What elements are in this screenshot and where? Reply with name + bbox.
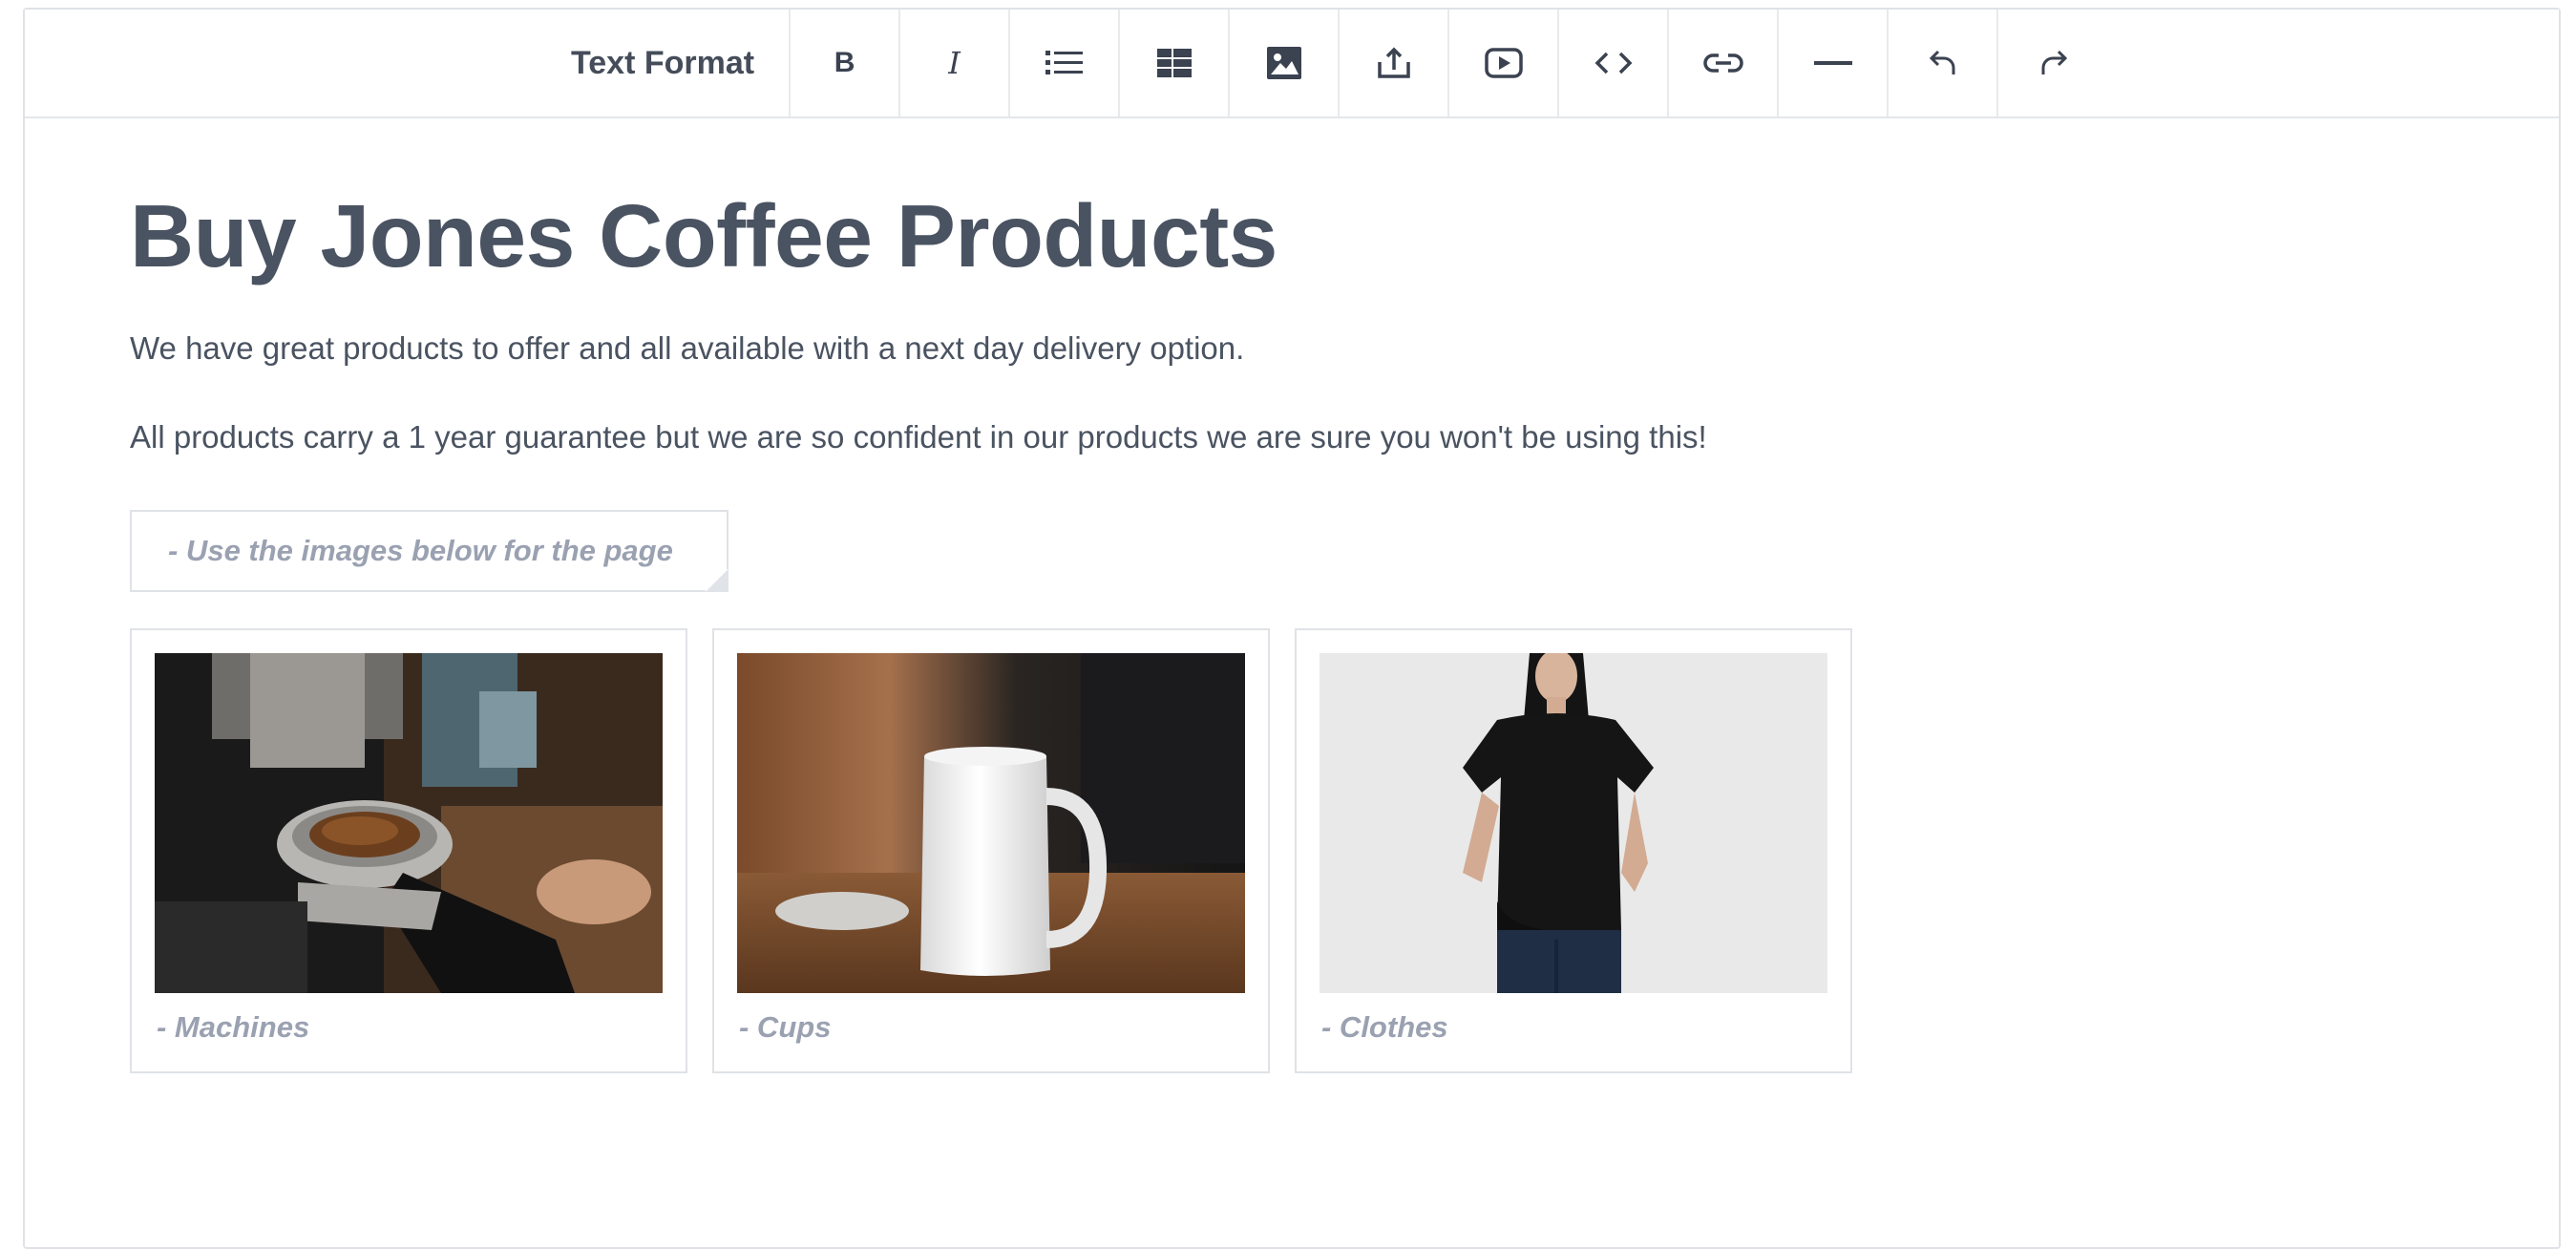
gallery-card-machines[interactable]: - Machines	[130, 628, 687, 1073]
text-format-dropdown[interactable]: Text Format	[540, 10, 792, 116]
video-button[interactable]	[1449, 10, 1560, 116]
code-icon	[1594, 52, 1633, 74]
rich-text-editor: Text Format B I Buy Jones Coffee Product…	[23, 8, 2561, 1249]
note-text: - Use the images below for the page	[168, 534, 673, 567]
list-button[interactable]	[1010, 10, 1121, 116]
video-icon	[1484, 48, 1523, 78]
italic-icon: I	[948, 45, 961, 81]
note-fold-corner	[706, 569, 728, 592]
undo-button[interactable]	[1889, 10, 1999, 116]
horizontal-rule-button[interactable]	[1779, 10, 1890, 116]
intro-paragraph: We have great products to offer and all …	[130, 330, 1245, 366]
guarantee-paragraph: All products carry a 1 year guarantee bu…	[130, 419, 1707, 455]
table-button[interactable]	[1120, 10, 1231, 116]
image-gallery: - Machines - Cups - Clothes	[130, 628, 1852, 1073]
gallery-card-cups[interactable]: - Cups	[712, 628, 1270, 1073]
page-title: Buy Jones Coffee Products	[130, 186, 1277, 286]
upload-icon	[1377, 47, 1410, 78]
redo-icon	[2041, 50, 2067, 74]
table-icon	[1156, 49, 1192, 77]
link-button[interactable]	[1669, 10, 1780, 116]
upload-button[interactable]	[1340, 10, 1450, 116]
coffee-machine-photo[interactable]	[155, 653, 663, 993]
horizontal-rule-icon	[1813, 61, 1852, 65]
gallery-caption: - Cups	[739, 1010, 832, 1044]
image-button[interactable]	[1230, 10, 1341, 116]
editor-note: - Use the images below for the page	[130, 510, 728, 592]
bold-button[interactable]: B	[791, 10, 901, 116]
gallery-caption: - Machines	[157, 1010, 310, 1044]
code-button[interactable]	[1559, 10, 1670, 116]
bold-icon: B	[834, 47, 855, 78]
white-mug-photo[interactable]	[737, 653, 1245, 993]
black-tshirt-photo[interactable]	[1320, 653, 1827, 993]
editor-toolbar: Text Format B I	[25, 10, 2559, 118]
italic-button[interactable]: I	[900, 10, 1011, 116]
undo-icon	[1929, 50, 1955, 74]
gallery-card-clothes[interactable]: - Clothes	[1295, 628, 1852, 1073]
image-icon	[1266, 47, 1301, 79]
list-icon	[1045, 51, 1083, 74]
toolbar-button-group: Text Format B I	[540, 10, 2108, 116]
redo-button[interactable]	[1998, 10, 2108, 116]
gallery-caption: - Clothes	[1321, 1010, 1448, 1044]
link-icon	[1702, 53, 1743, 73]
